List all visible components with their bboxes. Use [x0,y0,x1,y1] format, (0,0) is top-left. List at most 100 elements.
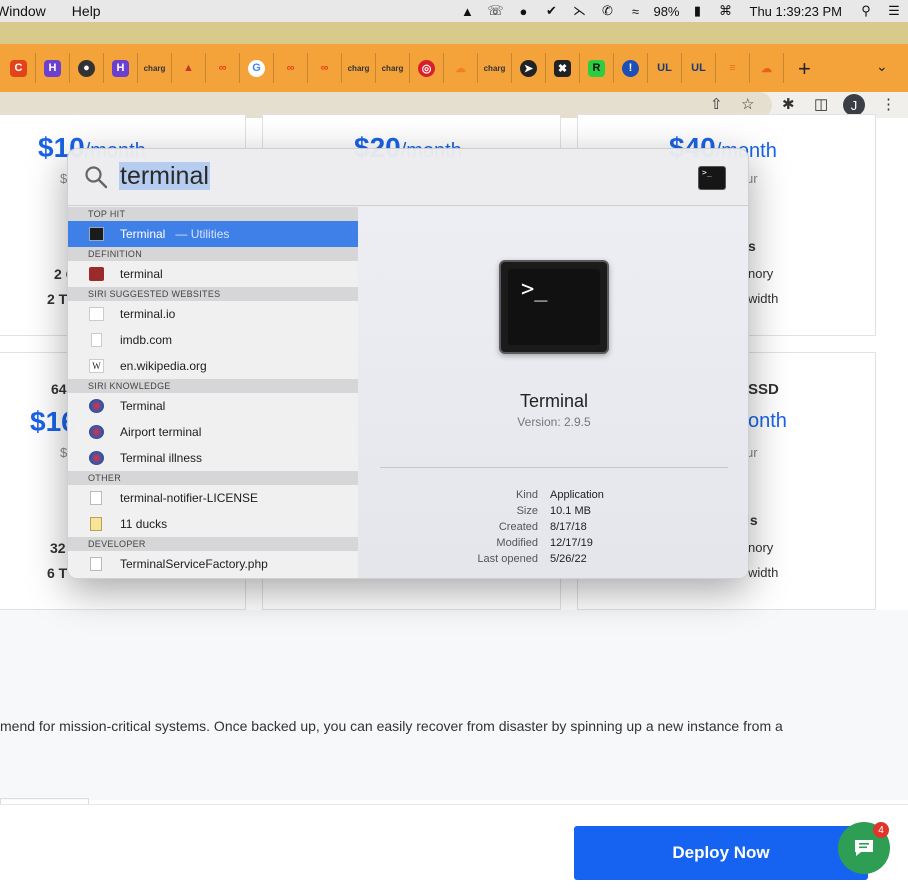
tab[interactable]: charg [478,53,512,83]
app-version: Version: 2.9.5 [517,415,591,429]
metadata-row: Size 10.1 MB [516,505,591,517]
tab[interactable]: H [104,53,138,83]
menu-extra-icon[interactable]: ▲ [453,4,481,19]
tab[interactable]: charg [138,53,172,83]
infinity-icon: ∞ [320,62,329,74]
result-item[interactable]: terminal.io [68,301,358,327]
php-file-icon [90,557,102,571]
ul-icon: UL [657,62,672,74]
tab[interactable]: ☁ [444,53,478,83]
infinity-icon: ∞ [286,62,295,74]
section-header: OTHER [68,471,358,485]
plan-spec: SSD [748,381,779,398]
rocket-icon: ➤ [520,59,537,77]
section-header: DEVELOPER [68,537,358,551]
result-item[interactable]: TerminalServiceFactory.php [68,551,358,577]
plan-spec: 6 T [47,565,68,581]
tab[interactable]: ∞ [274,53,308,83]
bookmark-star-icon[interactable]: ☆ [741,95,754,113]
tab[interactable]: UL [648,53,682,83]
result-item[interactable]: terminal-notifier-LICENSE [68,485,358,511]
plan-spec: s [748,238,756,254]
tab[interactable]: C [2,53,36,83]
battery-percent: 98% [653,3,680,19]
charg-icon: charg [143,63,166,73]
battery-icon[interactable]: ▮ [684,3,712,19]
tab[interactable]: UL [682,53,716,83]
globe-icon: ● [78,59,95,77]
tab[interactable]: charg [376,53,410,83]
section-header: SIRI KNOWLEDGE [68,379,358,393]
result-item[interactable]: Terminal [68,393,358,419]
plan-spec: 32 [50,540,66,556]
result-item[interactable]: 11 ducks [68,511,358,537]
tab[interactable]: ☁ [750,53,784,83]
tab[interactable]: ≡ [716,53,750,83]
result-item[interactable]: W en.wikipedia.org [68,353,358,379]
call-icon[interactable]: ✆ [593,3,621,19]
notification-icon[interactable]: ● [509,4,537,19]
tab[interactable]: ▲ [172,53,206,83]
x-icon: ✖ [554,59,571,77]
menu-help[interactable]: Help [72,3,111,19]
backup-description: mend for mission-critical systems. Once … [0,718,783,734]
tab[interactable]: ! [614,53,648,83]
infinity-icon: ∞ [218,62,227,74]
tab[interactable]: ∞ [206,53,240,83]
result-item[interactable]: Airport terminal [68,419,358,445]
charg-icon: charg [381,63,404,73]
deploy-now-button[interactable]: Deploy Now [574,826,868,880]
tab[interactable]: charg [342,53,376,83]
tab[interactable]: ➤ [512,53,546,83]
spotlight-search-bar: terminal >_ [68,149,748,206]
control-center-icon[interactable]: ☰ [880,3,908,19]
spotlight-search-input[interactable]: terminal [119,162,210,190]
metadata-row: Created 8/17/18 [498,521,587,533]
bluetooth-icon[interactable]: ⋋ [565,3,593,19]
stack-icon: ≡ [729,62,736,74]
document-icon [90,491,102,505]
tab[interactable]: G [240,53,274,83]
tab[interactable]: ● [70,53,104,83]
tab[interactable]: ∞ [308,53,342,83]
check-icon[interactable]: ✔ [537,3,565,19]
siri-icon [89,451,104,465]
metadata-table: Kind Application Size 10.1 MB Created 8/17/… [358,489,748,569]
terminal-icon [89,227,104,241]
metadata-row: Kind Application [515,489,604,501]
share-icon[interactable]: ⇧ [710,95,723,113]
tab[interactable]: H [36,53,70,83]
h-icon: H [112,59,129,77]
new-tab-icon[interactable]: + [798,56,811,82]
plan-spec: nory [748,266,774,281]
result-item[interactable]: Terminal — Utilities [68,221,358,247]
keyboard-icon[interactable]: ⌘ [712,3,740,19]
sail-icon: ▲ [183,62,194,74]
divider [380,467,728,468]
note-icon [90,517,102,531]
phone-icon[interactable]: ☏ [481,3,509,19]
clock[interactable]: Thu 1:39:23 PM [740,4,853,19]
tab[interactable]: ◎ [410,53,444,83]
section-header: SIRI SUGGESTED WEBSITES [68,287,358,301]
terminal-app-icon: >_ [499,260,609,354]
menu-window[interactable]: Window [0,3,72,19]
result-item[interactable]: terminal [68,261,358,287]
wifi-icon[interactable]: ≈ [621,4,649,19]
result-item[interactable]: Terminal illness [68,445,358,471]
chat-widget-button[interactable]: 4 [838,822,890,874]
tab[interactable]: R [580,53,614,83]
chevron-down-icon[interactable]: ⌄ [876,58,888,75]
side-panel-icon[interactable]: ◫ [814,95,828,113]
search-icon[interactable]: ⚲ [852,3,880,19]
google-icon: G [248,59,265,77]
tab[interactable]: ✖ [546,53,580,83]
extensions-puzzle-icon[interactable]: ✱ [782,95,795,113]
spotlight-preview-pane: >_ Terminal Version: 2.9.5 Kind Applicati… [358,207,748,578]
result-item[interactable]: imdb.com [68,327,358,353]
ul-icon: UL [691,62,706,74]
cloudflare-flame-icon: C [10,59,27,77]
more-menu-icon[interactable]: ⋮ [881,95,896,113]
plan-spec: width [748,291,779,306]
profile-avatar[interactable]: J [843,94,865,116]
